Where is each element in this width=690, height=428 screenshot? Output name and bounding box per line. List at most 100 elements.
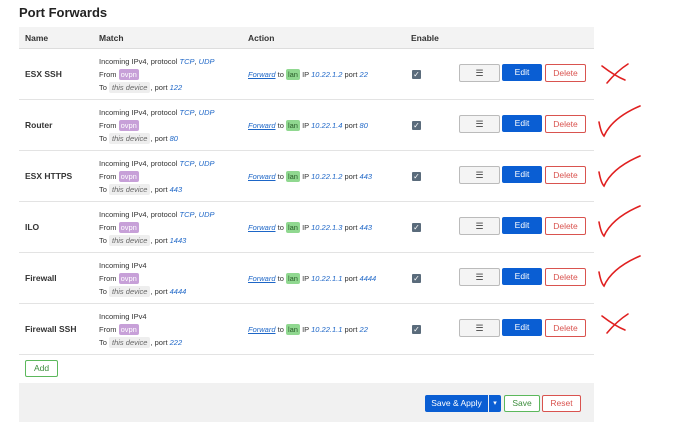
delete-button[interactable]: Delete [545,217,586,235]
port-label: , port [150,185,168,194]
destination-device: this device [109,337,151,348]
forward-link[interactable]: Forward [248,172,276,181]
save-button[interactable]: Save [504,395,540,412]
to-label: to [277,325,284,334]
delete-button[interactable]: Delete [545,115,586,133]
edit-button[interactable]: Edit [502,217,542,234]
ip-label: IP [302,121,310,130]
protocol-1: TCP [179,108,195,117]
port-label: , port [150,134,168,143]
table-header: Name Match Action Enable [19,27,594,49]
rule-name: Firewall [25,273,57,283]
reset-button[interactable]: Reset [542,395,581,412]
internal-port: 22 [359,70,368,79]
page-title: Port Forwards [19,5,108,20]
drag-menu-button[interactable]: ☰ [459,319,500,337]
edit-button[interactable]: Edit [502,166,542,183]
enable-checkbox[interactable]: ✓ [412,172,421,181]
from-label: From [99,172,117,181]
destination-device: this device [109,82,151,93]
internal-port: 4444 [359,274,377,283]
source-zone-badge: ovpn [118,69,139,80]
port-label: port [344,121,358,130]
from-label: From [99,325,117,334]
enable-checkbox[interactable]: ✓ [412,70,421,79]
rule-name: Firewall SSH [25,324,77,334]
drag-menu-button[interactable]: ☰ [459,268,500,286]
to-label: To [99,338,107,347]
port-forwards-table: Name Match Action Enable ESX SSH Incoming… [19,27,594,355]
edit-button[interactable]: Edit [502,319,542,336]
destination-device: this device [109,286,151,297]
table-row: Firewall Incoming IPv4 From ovpn To this de… [19,253,594,304]
port-label: port [344,325,358,334]
source-zone-badge: ovpn [118,171,139,182]
internal-port: 443 [359,223,373,232]
port-label: port [344,223,358,232]
source-zone-badge: ovpn [118,222,139,233]
delete-button[interactable]: Delete [545,268,586,286]
from-label: From [99,223,117,232]
table-row: Router Incoming IPv4, protocol TCP, UDP Fr… [19,100,594,151]
destination-device: this device [109,133,151,144]
external-port: 4444 [169,287,187,296]
enable-checkbox[interactable]: ✓ [412,223,421,232]
save-apply-dropdown-button[interactable]: ▾ [489,395,501,412]
dest-zone-badge: lan [285,69,300,80]
to-label: To [99,236,107,245]
drag-menu-button[interactable]: ☰ [459,64,500,82]
rule-name: Router [25,120,53,130]
internal-port: 22 [359,325,368,334]
drag-menu-button[interactable]: ☰ [459,166,500,184]
action-cell: Forward to lan IP 10.22.1.4 port 80 [248,120,368,131]
ip-label: IP [302,172,310,181]
action-cell: Forward to lan IP 10.22.1.1 port 22 [248,324,368,335]
delete-button[interactable]: Delete [545,166,586,184]
forward-link[interactable]: Forward [248,223,276,232]
from-label: From [99,121,117,130]
edit-button[interactable]: Edit [502,268,542,285]
edit-button[interactable]: Edit [502,64,542,81]
to-label: to [277,121,284,130]
external-port: 122 [169,83,183,92]
enable-checkbox[interactable]: ✓ [412,325,421,334]
table-row: ILO Incoming IPv4, protocol TCP, UDP From … [19,202,594,253]
drag-menu-button[interactable]: ☰ [459,115,500,133]
external-port: 443 [169,185,183,194]
incoming-family: Incoming IPv4 [99,261,147,270]
source-zone-badge: ovpn [118,324,139,335]
match-cell: Incoming IPv4, protocol TCP, UDP From ovp… [99,157,215,196]
from-label: From [99,274,117,283]
forward-link[interactable]: Forward [248,325,276,334]
to-label: To [99,83,107,92]
source-zone-badge: ovpn [118,273,139,284]
action-cell: Forward to lan IP 10.22.1.3 port 443 [248,222,372,233]
to-label: To [99,287,107,296]
dest-zone-badge: lan [285,222,300,233]
drag-menu-button[interactable]: ☰ [459,217,500,235]
delete-button[interactable]: Delete [545,319,586,337]
internal-ip: 10.22.1.3 [311,223,343,232]
red-cross-mark [601,313,629,334]
port-label: , port [150,236,168,245]
external-port: 222 [169,338,183,347]
incoming-family: Incoming IPv4 [99,57,147,66]
forward-link[interactable]: Forward [248,121,276,130]
to-label: to [277,274,284,283]
forward-link[interactable]: Forward [248,70,276,79]
enable-checkbox[interactable]: ✓ [412,121,421,130]
header-enable: Enable [411,33,439,43]
enable-checkbox[interactable]: ✓ [412,274,421,283]
rule-name: ILO [25,222,40,232]
table-body: ESX SSH Incoming IPv4, protocol TCP, UDP F… [19,49,594,355]
edit-button[interactable]: Edit [502,115,542,132]
save-apply-button[interactable]: Save & Apply [425,395,488,412]
add-button[interactable]: Add [25,360,58,377]
delete-button[interactable]: Delete [545,64,586,82]
incoming-family: Incoming IPv4 [99,159,147,168]
to-label: To [99,134,107,143]
internal-ip: 10.22.1.1 [311,325,343,334]
action-cell: Forward to lan IP 10.22.1.2 port 22 [248,69,368,80]
forward-link[interactable]: Forward [248,274,276,283]
protocol-1: TCP [179,210,195,219]
